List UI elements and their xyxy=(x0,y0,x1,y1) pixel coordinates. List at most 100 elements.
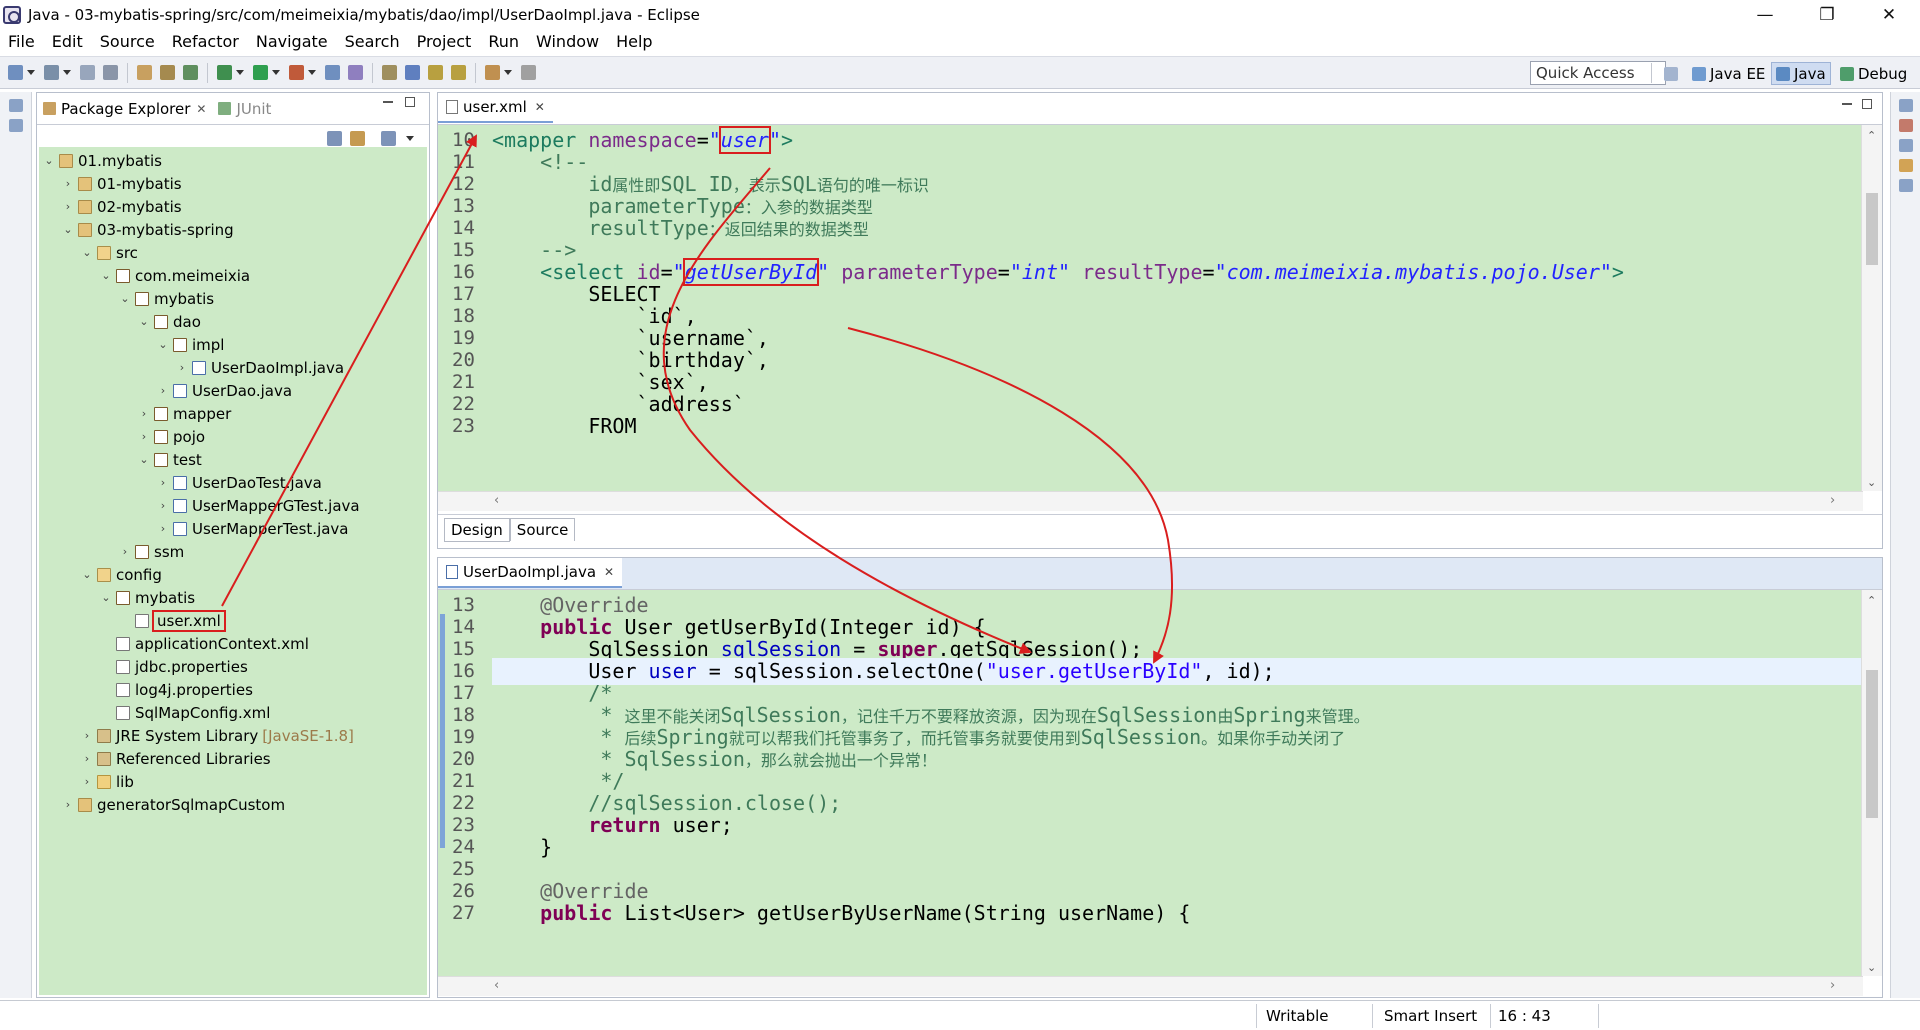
scroll-left-icon[interactable]: ‹ xyxy=(494,493,499,508)
annotation-next-icon[interactable] xyxy=(428,65,443,80)
dropdown-arrow-icon[interactable] xyxy=(63,70,71,75)
annotation-prev-icon[interactable] xyxy=(451,65,466,80)
restore-button[interactable]: ❐ xyxy=(1796,0,1858,29)
quick-access-input[interactable]: Quick Access xyxy=(1530,61,1666,85)
chevron-down-icon[interactable]: ⌄ xyxy=(157,338,169,351)
chevron-down-icon[interactable]: ⌄ xyxy=(81,568,93,581)
menu-source[interactable]: Source xyxy=(100,32,155,51)
scroll-right-icon[interactable]: › xyxy=(1830,493,1835,508)
menu-navigate[interactable]: Navigate xyxy=(256,32,328,51)
tree-item[interactable]: jdbc.properties xyxy=(100,655,248,678)
tree-item[interactable]: ⌄ mybatis xyxy=(119,287,214,310)
close-icon[interactable]: ✕ xyxy=(535,100,545,114)
view-menu-icon[interactable] xyxy=(406,136,414,141)
chevron-down-icon[interactable]: ⌄ xyxy=(100,269,112,282)
menu-file[interactable]: File xyxy=(8,32,35,51)
tree-item[interactable]: ⌄ 03-mybatis-spring xyxy=(62,218,233,241)
chevron-right-icon[interactable]: › xyxy=(81,729,93,742)
tree-item[interactable]: user.xml xyxy=(119,609,226,632)
code-line[interactable]: <select id="getUserById" parameterType="… xyxy=(492,258,1624,286)
new-server-icon[interactable] xyxy=(325,65,340,80)
dropdown-arrow-icon[interactable] xyxy=(27,70,35,75)
perspective-java-ee[interactable]: Java EE xyxy=(1688,62,1769,85)
tree-item[interactable]: SqlMapConfig.xml xyxy=(100,701,270,724)
chevron-down-icon[interactable]: ⌄ xyxy=(119,292,131,305)
scroll-thumb[interactable] xyxy=(1866,193,1878,265)
menu-refactor[interactable]: Refactor xyxy=(172,32,239,51)
dropdown-arrow-icon[interactable] xyxy=(504,70,512,75)
close-icon[interactable]: ✕ xyxy=(196,102,206,116)
chevron-right-icon[interactable]: › xyxy=(138,407,150,420)
tree-item[interactable]: ⌄ impl xyxy=(157,333,224,356)
minimize-view-icon[interactable] xyxy=(383,101,393,103)
xml-horizontal-scrollbar[interactable]: ‹ › xyxy=(438,491,1863,511)
close-icon[interactable]: ✕ xyxy=(604,565,614,579)
menu-window[interactable]: Window xyxy=(536,32,599,51)
collapse-all-icon[interactable] xyxy=(327,131,342,146)
xml-vertical-scrollbar[interactable]: ⌃ ⌄ xyxy=(1861,125,1882,491)
outline-view-icon[interactable] xyxy=(1898,119,1913,132)
menu-run[interactable]: Run xyxy=(488,32,519,51)
new-class-icon[interactable] xyxy=(183,65,198,80)
task-list-icon[interactable] xyxy=(1898,139,1913,152)
chevron-right-icon[interactable]: › xyxy=(81,752,93,765)
tab-userdaoimpl-java[interactable]: UserDaoImpl.java ✕ xyxy=(438,558,623,588)
tree-item[interactable]: › pojo xyxy=(138,425,205,448)
forward-icon[interactable] xyxy=(521,65,536,80)
tree-item[interactable]: › UserMapperTest.java xyxy=(157,517,349,540)
java-vertical-scrollbar[interactable]: ⌃ ⌄ xyxy=(1861,590,1882,976)
dropdown-arrow-icon[interactable] xyxy=(308,70,316,75)
save-icon[interactable] xyxy=(44,65,59,80)
chevron-right-icon[interactable]: › xyxy=(62,798,74,811)
hierarchy-view-icon[interactable] xyxy=(8,119,23,132)
debug-icon[interactable] xyxy=(217,65,232,80)
tree-item[interactable]: › lib xyxy=(81,770,134,793)
external-tools-icon[interactable] xyxy=(289,65,304,80)
tab-design[interactable]: Design xyxy=(444,517,510,542)
scroll-left-icon[interactable]: ‹ xyxy=(494,978,499,993)
chevron-right-icon[interactable]: › xyxy=(157,384,169,397)
java-horizontal-scrollbar[interactable]: ‹ › xyxy=(438,976,1863,996)
scroll-thumb[interactable] xyxy=(1866,670,1878,818)
focus-active-task-icon[interactable] xyxy=(381,131,396,146)
tree-item[interactable]: › Referenced Libraries xyxy=(81,747,271,770)
chevron-down-icon[interactable]: ⌄ xyxy=(81,246,93,259)
tree-item[interactable]: › JRE System Library [JavaSE-1.8] xyxy=(81,724,354,747)
tree-item[interactable]: ⌄ config xyxy=(81,563,162,586)
minimize-editor-icon[interactable] xyxy=(1842,103,1852,105)
chevron-down-icon[interactable]: ⌄ xyxy=(100,591,112,604)
chevron-right-icon[interactable]: › xyxy=(157,476,169,489)
chevron-right-icon[interactable]: › xyxy=(157,522,169,535)
tree-item[interactable]: ⌄ mybatis xyxy=(100,586,195,609)
run-icon[interactable] xyxy=(253,65,268,80)
chevron-right-icon[interactable]: › xyxy=(119,545,131,558)
tree-item[interactable]: ⌄ dao xyxy=(138,310,201,333)
code-line[interactable]: FROM xyxy=(492,413,636,440)
tree-item[interactable]: › 02-mybatis xyxy=(62,195,182,218)
dropdown-arrow-icon[interactable] xyxy=(236,70,244,75)
open-type-icon[interactable] xyxy=(348,65,363,80)
print-icon[interactable] xyxy=(103,65,118,80)
chevron-down-icon[interactable]: ⌄ xyxy=(138,453,150,466)
problems-view-icon[interactable] xyxy=(1898,159,1913,172)
code-line[interactable]: public List<User> getUserByUserName(Stri… xyxy=(492,900,1190,927)
tree-item[interactable]: › 01-mybatis xyxy=(62,172,182,195)
new-java-project-icon[interactable] xyxy=(137,65,152,80)
new-package-icon[interactable] xyxy=(160,65,175,80)
chevron-right-icon[interactable]: › xyxy=(157,499,169,512)
maximize-editor-icon[interactable] xyxy=(1862,99,1872,109)
chevron-right-icon[interactable]: › xyxy=(62,200,74,213)
chevron-down-icon[interactable]: ⌄ xyxy=(62,223,74,236)
tree-item[interactable]: › UserMapperGTest.java xyxy=(157,494,360,517)
scroll-down-icon[interactable]: ⌄ xyxy=(1867,476,1876,489)
perspective-debug[interactable]: Debug xyxy=(1836,62,1911,85)
tree-item[interactable]: › ssm xyxy=(119,540,184,563)
tree-item[interactable]: › mapper xyxy=(138,402,231,425)
new-icon[interactable] xyxy=(8,65,23,80)
tab-junit[interactable]: JUnit xyxy=(212,93,277,125)
link-with-editor-icon[interactable] xyxy=(350,131,365,146)
tree-item[interactable]: ⌄ test xyxy=(138,448,201,471)
dropdown-arrow-icon[interactable] xyxy=(272,70,280,75)
code-line[interactable]: } xyxy=(492,834,552,861)
search-icon[interactable] xyxy=(405,65,420,80)
